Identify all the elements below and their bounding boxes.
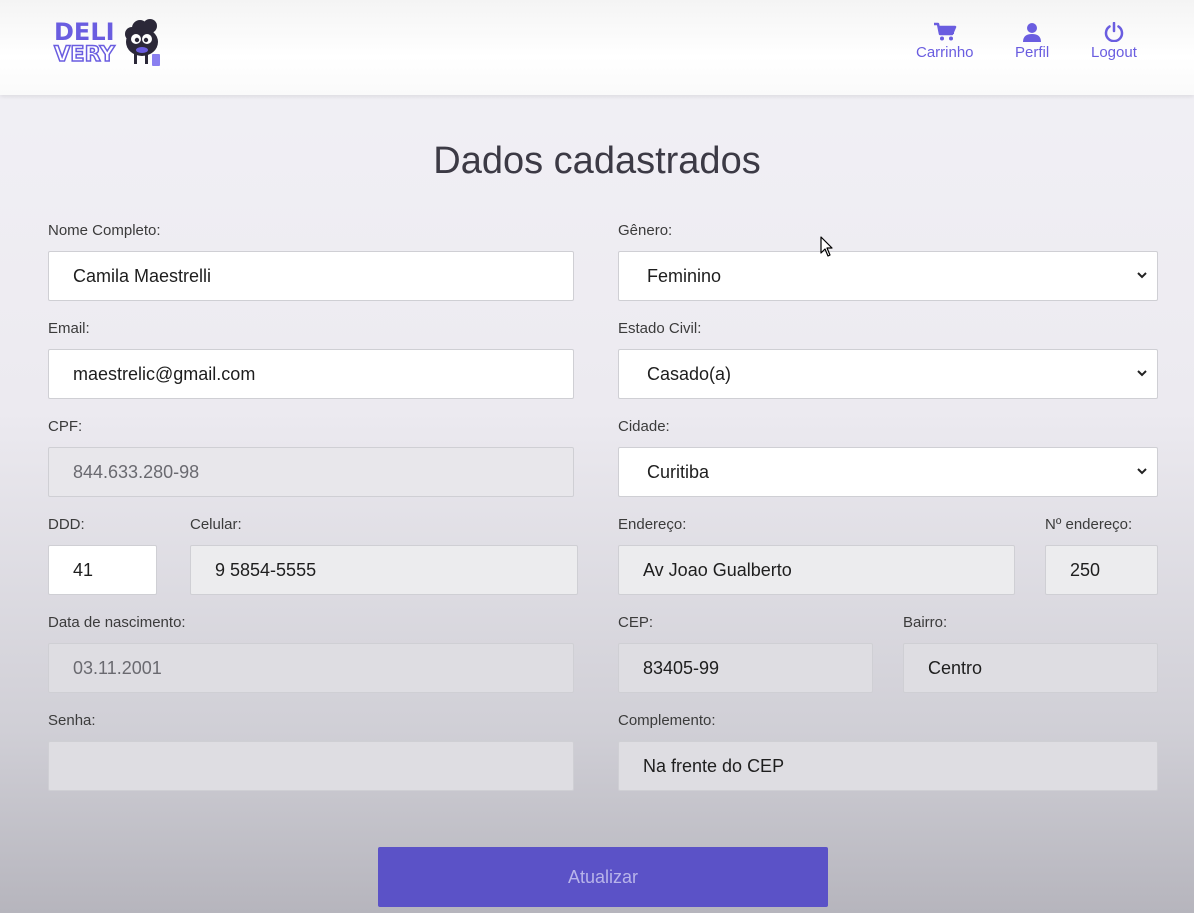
delivery-logo[interactable]: DELI VERY bbox=[52, 14, 172, 72]
email-input[interactable]: maestrelic@gmail.com bbox=[48, 349, 574, 399]
sheep-mascot-icon bbox=[125, 19, 160, 66]
endereco-input[interactable]: Av Joao Gualberto bbox=[618, 545, 1015, 595]
cart-nav-label: Carrinho bbox=[916, 44, 974, 61]
nascimento-input: 03.11.2001 bbox=[48, 643, 574, 693]
chevron-down-icon bbox=[1137, 272, 1147, 279]
complemento-input[interactable]: Na frente do CEP bbox=[618, 741, 1158, 791]
senha-input[interactable] bbox=[48, 741, 574, 791]
mouse-cursor-icon bbox=[820, 236, 833, 257]
bairro-input[interactable]: Centro bbox=[903, 643, 1158, 693]
logout-nav-label: Logout bbox=[1091, 44, 1137, 61]
estado-civil-label: Estado Civil: bbox=[618, 320, 702, 337]
cep-input[interactable]: 83405-99 bbox=[618, 643, 873, 693]
logout-nav-button[interactable]: Logout bbox=[1091, 22, 1137, 61]
cep-label: CEP: bbox=[618, 614, 654, 631]
logo-text-line2: VERY bbox=[53, 41, 115, 67]
page-title: Dados cadastrados bbox=[433, 140, 761, 182]
cpf-input: 844.633.280-98 bbox=[48, 447, 574, 497]
celular-input[interactable]: 9 5854-5555 bbox=[190, 545, 578, 595]
cart-nav-button[interactable]: Carrinho bbox=[916, 22, 974, 61]
navbar: DELI VERY Carrinho Perfil Logout bbox=[0, 0, 1194, 95]
power-icon bbox=[1104, 22, 1124, 42]
bairro-label: Bairro: bbox=[903, 614, 948, 631]
cidade-selected-value: Curitiba bbox=[647, 462, 710, 482]
senha-label: Senha: bbox=[48, 712, 96, 729]
cart-icon bbox=[933, 22, 957, 41]
cidade-label: Cidade: bbox=[618, 418, 670, 435]
genero-select[interactable]: Feminino bbox=[618, 251, 1158, 301]
estado-civil-select[interactable]: Casado(a) bbox=[618, 349, 1158, 399]
ddd-label: DDD: bbox=[48, 516, 85, 533]
profile-nav-label: Perfil bbox=[1015, 44, 1050, 61]
user-icon bbox=[1023, 23, 1042, 42]
chevron-down-icon bbox=[1137, 468, 1147, 475]
profile-nav-button[interactable]: Perfil bbox=[1015, 22, 1049, 61]
email-label: Email: bbox=[48, 320, 90, 337]
ddd-input[interactable]: 41 bbox=[48, 545, 157, 595]
nome-label: Nome Completo: bbox=[48, 222, 161, 239]
numero-label: Nº endereço: bbox=[1045, 516, 1133, 533]
estado-civil-selected-value: Casado(a) bbox=[647, 364, 732, 384]
cpf-label: CPF: bbox=[48, 418, 83, 435]
update-button[interactable]: Atualizar bbox=[378, 847, 828, 907]
genero-label: Gênero: bbox=[618, 222, 673, 239]
numero-input[interactable]: 250 bbox=[1045, 545, 1158, 595]
celular-label: Celular: bbox=[190, 516, 242, 533]
nome-input[interactable]: Camila Maestrelli bbox=[48, 251, 574, 301]
endereco-label: Endereço: bbox=[618, 516, 687, 533]
genero-selected-value: Feminino bbox=[647, 266, 722, 286]
chevron-down-icon bbox=[1137, 370, 1147, 377]
complemento-label: Complemento: bbox=[618, 712, 716, 729]
cidade-select[interactable]: Curitiba bbox=[618, 447, 1158, 497]
nascimento-label: Data de nascimento: bbox=[48, 614, 186, 631]
